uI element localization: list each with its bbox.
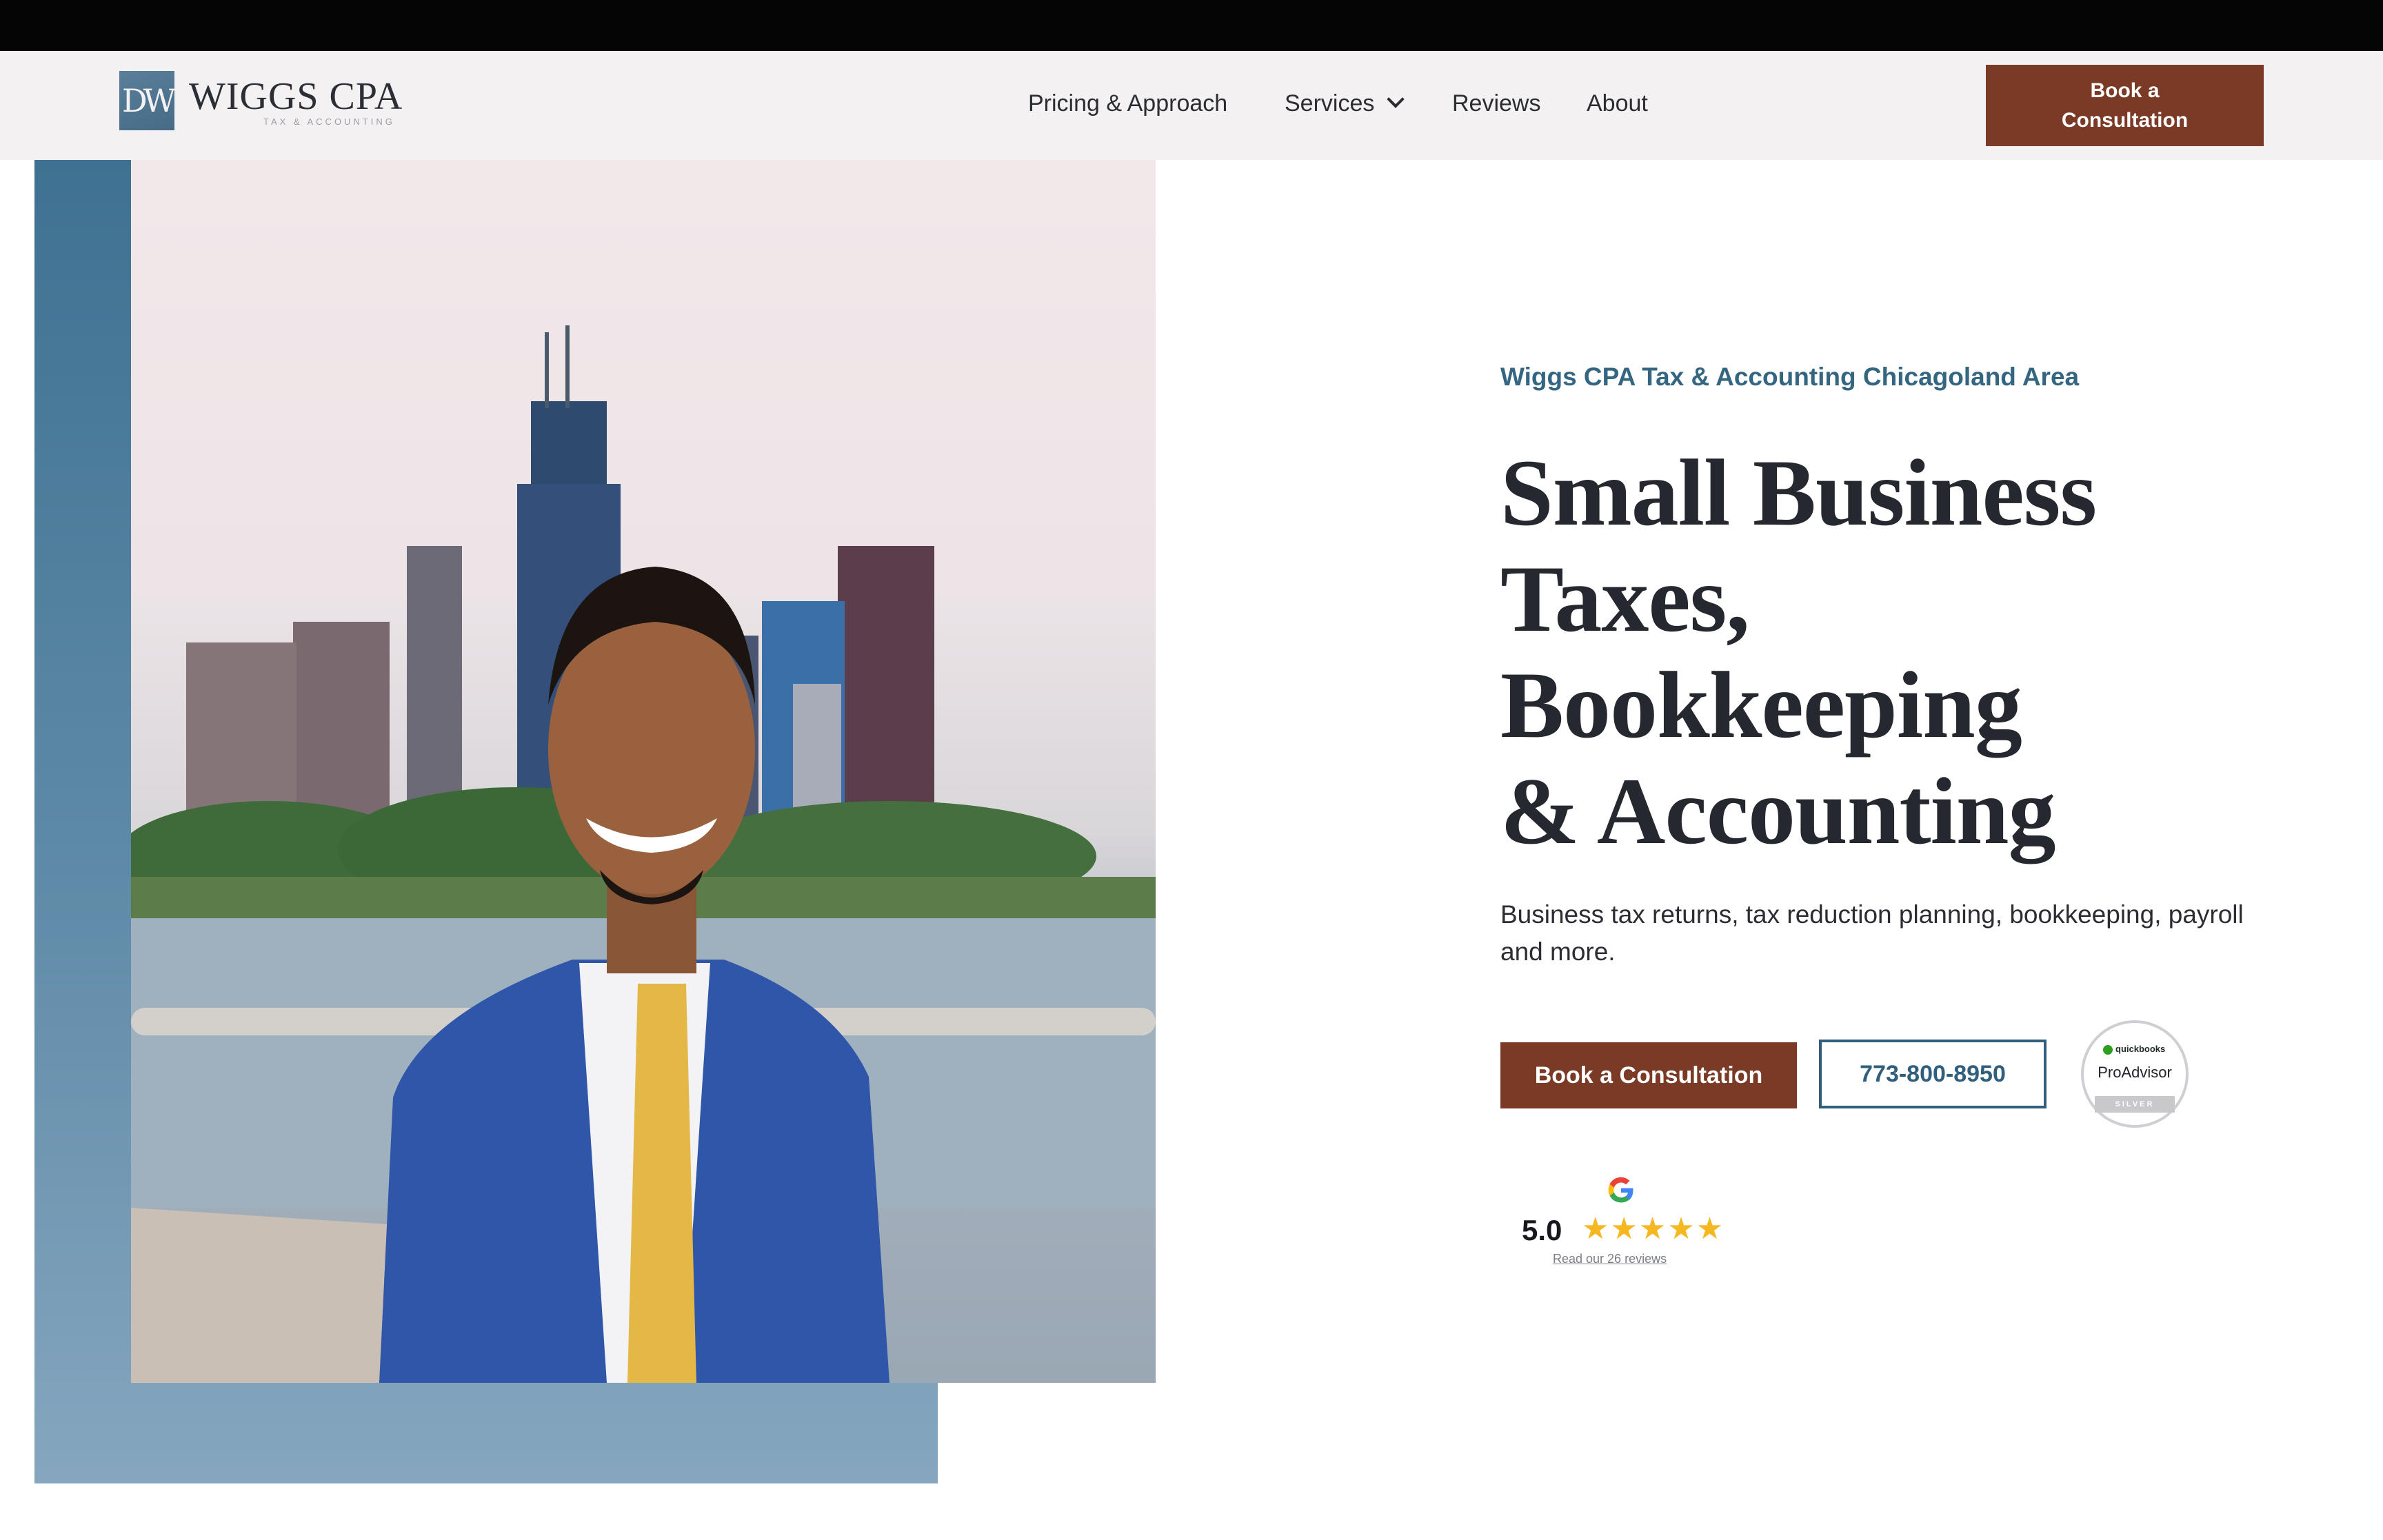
nav-reviews[interactable]: Reviews xyxy=(1452,90,1540,117)
nav-pricing-approach[interactable]: Pricing & Approach xyxy=(1028,90,1227,117)
chicago-skyline-portrait-illustration xyxy=(131,325,1156,1383)
quickbooks-label: quickbooks xyxy=(2115,1044,2166,1054)
quickbooks-icon xyxy=(2103,1044,2113,1055)
google-rating-value: 5.0 xyxy=(1522,1214,1562,1246)
hero-portrait-photo xyxy=(131,160,1156,1383)
logo-mark[interactable]: DW xyxy=(119,71,176,130)
hero-title: Small Business Taxes, Bookkeeping & Acco… xyxy=(1500,440,2293,864)
nav-services-label: Services xyxy=(1285,90,1375,116)
read-reviews-link[interactable]: Read our 26 reviews xyxy=(1553,1252,1667,1266)
rating-stars: ★★★★★ xyxy=(1582,1211,1725,1246)
hero-title-line: Small Business xyxy=(1500,440,2097,545)
hero-title-line: & Accounting xyxy=(1500,758,2056,864)
hero-subtitle: Business tax returns, tax reduction plan… xyxy=(1500,900,2244,966)
logo-tagline: TAX & ACCOUNTING xyxy=(263,116,395,127)
browser-top-bar xyxy=(0,0,2383,51)
nav-about[interactable]: About xyxy=(1587,90,1648,117)
badge-title: ProAdvisor xyxy=(2098,1064,2172,1081)
quickbooks-logo: quickbooks xyxy=(2103,1044,2165,1055)
nav-services[interactable]: Services xyxy=(1285,90,1405,117)
hero-title-line: Taxes, xyxy=(1500,546,1750,651)
hero-phone-button[interactable]: 773-800-8950 xyxy=(1819,1040,2047,1108)
hero-eyebrow: Wiggs CPA Tax & Accounting Chicagoland A… xyxy=(1500,363,2080,391)
header-book-consultation-button[interactable]: Book a Consultation xyxy=(1986,65,2264,146)
badge-level: SILVER xyxy=(2095,1096,2175,1113)
google-icon xyxy=(1608,1177,1633,1203)
header-cta-label: Book a Consultation xyxy=(2061,79,2189,132)
hero-book-consultation-button[interactable]: Book a Consultation xyxy=(1500,1042,1797,1108)
chevron-down-icon xyxy=(1387,90,1405,108)
logo-wordmark[interactable]: WIGGS CPA xyxy=(189,77,403,116)
hero-title-line: Bookkeeping xyxy=(1500,652,2022,758)
